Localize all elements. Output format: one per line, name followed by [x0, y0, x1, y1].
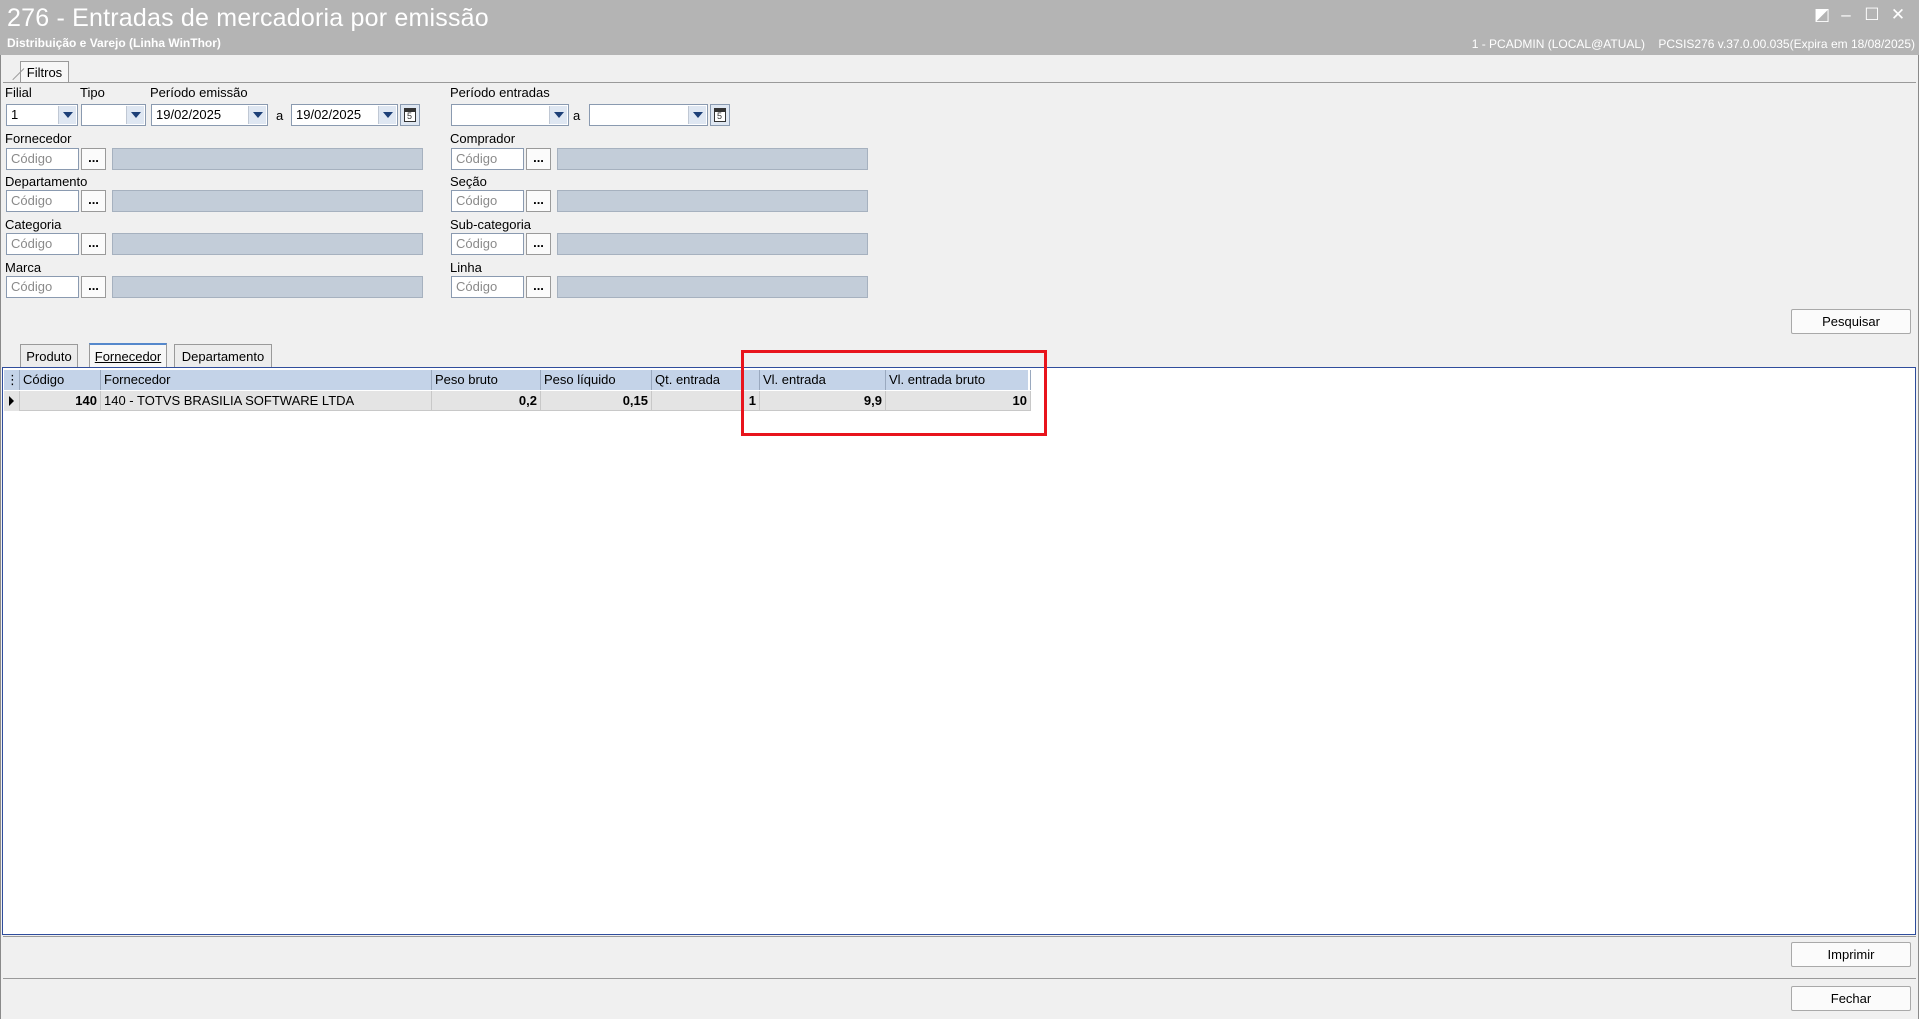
footer-divider — [3, 978, 1916, 979]
cell-codigo[interactable]: 140 — [20, 391, 101, 411]
filters-divider — [3, 82, 1916, 83]
chevron-down-icon[interactable] — [549, 106, 567, 124]
filial-label: Filial — [5, 85, 32, 100]
secao-label: Seção — [450, 174, 487, 189]
linha-label: Linha — [450, 260, 482, 275]
bottom-divider — [3, 936, 1916, 937]
tab-fornecedor-label: Fornecedor — [94, 349, 162, 364]
secao-description — [557, 190, 868, 212]
marca-lookup-button[interactable]: ... — [81, 276, 106, 298]
tab-departamento-label: Departamento — [181, 349, 265, 364]
fechar-button[interactable]: Fechar — [1791, 986, 1911, 1011]
version-info: PCSIS276 v.37.0.00.035(Expira em 18/08/2… — [1658, 37, 1915, 51]
categoria-lookup-button[interactable]: ... — [81, 233, 106, 255]
tab-produto[interactable]: Produto — [20, 344, 78, 368]
categoria-code-input[interactable]: Código — [6, 233, 79, 255]
tab-produto-label: Produto — [26, 349, 72, 364]
comprador-label: Comprador — [450, 131, 516, 146]
subcategoria-code-input[interactable]: Código — [451, 233, 524, 255]
column-header-codigo[interactable]: Código — [20, 370, 101, 390]
chevron-down-icon[interactable] — [248, 106, 266, 124]
comprador-code-input[interactable]: Código — [451, 148, 524, 170]
restore-icon[interactable]: ◩ — [1811, 5, 1833, 25]
column-header-fornecedor[interactable]: Fornecedor — [101, 370, 432, 390]
title-bar: 276 - Entradas de mercadoria por emissão… — [0, 0, 1919, 55]
imprimir-button[interactable]: Imprimir — [1791, 942, 1911, 967]
column-header-peso-liquido[interactable]: Peso líquido — [541, 370, 652, 390]
pesquisar-button[interactable]: Pesquisar — [1791, 309, 1911, 334]
chevron-down-icon[interactable] — [126, 106, 144, 124]
entradas-calendar-button[interactable] — [710, 104, 730, 126]
maximize-icon[interactable]: ☐ — [1861, 5, 1883, 25]
fornecedor-label: Fornecedor — [5, 131, 72, 146]
entradas-a-label: a — [573, 108, 581, 123]
entradas-from-date[interactable] — [451, 104, 569, 126]
filial-value: 1 — [11, 107, 19, 122]
linha-lookup-button[interactable]: ... — [526, 276, 551, 298]
user-info: 1 - PCADMIN (LOCAL@ATUAL) — [1471, 37, 1646, 51]
cell-fornecedor[interactable]: 140 - TOTVS BRASILIA SOFTWARE LTDA — [101, 391, 432, 411]
secao-code-input[interactable]: Código — [451, 190, 524, 212]
filial-select[interactable]: 1 — [6, 104, 78, 126]
tab-filtros-label: Filtros — [26, 65, 63, 80]
highlight-box — [741, 350, 1047, 436]
session-info: 1 - PCADMIN (LOCAL@ATUAL) PCSIS276 v.37.… — [1462, 37, 1915, 51]
periodo-emissao-label: Período emissão — [150, 85, 248, 100]
tab-filtros[interactable]: Filtros — [20, 61, 69, 83]
subcategoria-label: Sub-categoria — [450, 217, 531, 232]
calendar-icon — [714, 108, 726, 122]
linha-code-input[interactable]: Código — [451, 276, 524, 298]
chevron-down-icon[interactable] — [688, 106, 706, 124]
emissao-calendar-button[interactable] — [400, 104, 420, 126]
minimize-icon[interactable]: – — [1835, 5, 1857, 25]
departamento-label: Departamento — [5, 174, 88, 189]
column-chooser-icon[interactable]: ⋮ — [4, 370, 20, 390]
categoria-label: Categoria — [5, 217, 62, 232]
column-header-peso-bruto[interactable]: Peso bruto — [432, 370, 541, 390]
tab-fornecedor[interactable]: Fornecedor — [89, 343, 167, 368]
emissao-a-label: a — [276, 108, 284, 123]
tipo-label: Tipo — [80, 85, 105, 100]
chevron-down-icon[interactable] — [378, 106, 396, 124]
fornecedor-description — [112, 148, 423, 170]
cell-peso-liquido[interactable]: 0,15 — [541, 391, 652, 411]
periodo-entradas-label: Período entradas — [450, 85, 550, 100]
fornecedor-code-input[interactable]: Código — [6, 148, 79, 170]
entradas-to-date[interactable] — [589, 104, 708, 126]
results-grid[interactable]: ⋮ Código Fornecedor Peso bruto Peso líqu… — [2, 367, 1916, 935]
tipo-select[interactable] — [81, 104, 146, 126]
chevron-down-icon[interactable] — [58, 106, 76, 124]
subcategoria-lookup-button[interactable]: ... — [526, 233, 551, 255]
linha-description — [557, 276, 868, 298]
cell-peso-bruto[interactable]: 0,2 — [432, 391, 541, 411]
emissao-to-date[interactable]: 19/02/2025 — [291, 104, 398, 126]
window-subtitle: Distribuição e Varejo (Linha WinThor) — [7, 36, 221, 50]
marca-description — [112, 276, 423, 298]
window-title: 276 - Entradas de mercadoria por emissão — [7, 4, 489, 32]
departamento-description — [112, 190, 423, 212]
comprador-description — [557, 148, 868, 170]
close-icon[interactable]: ✕ — [1887, 5, 1909, 25]
secao-lookup-button[interactable]: ... — [526, 190, 551, 212]
calendar-icon — [404, 108, 416, 122]
fornecedor-lookup-button[interactable]: ... — [81, 148, 106, 170]
tab-departamento[interactable]: Departamento — [174, 344, 272, 368]
emissao-from-date[interactable]: 19/02/2025 — [151, 104, 268, 126]
comprador-lookup-button[interactable]: ... — [526, 148, 551, 170]
marca-code-input[interactable]: Código — [6, 276, 79, 298]
departamento-code-input[interactable]: Código — [6, 190, 79, 212]
categoria-description — [112, 233, 423, 255]
subcategoria-description — [557, 233, 868, 255]
marca-label: Marca — [5, 260, 42, 275]
emissao-to-value: 19/02/2025 — [296, 107, 362, 122]
emissao-from-value: 19/02/2025 — [156, 107, 222, 122]
departamento-lookup-button[interactable]: ... — [81, 190, 106, 212]
